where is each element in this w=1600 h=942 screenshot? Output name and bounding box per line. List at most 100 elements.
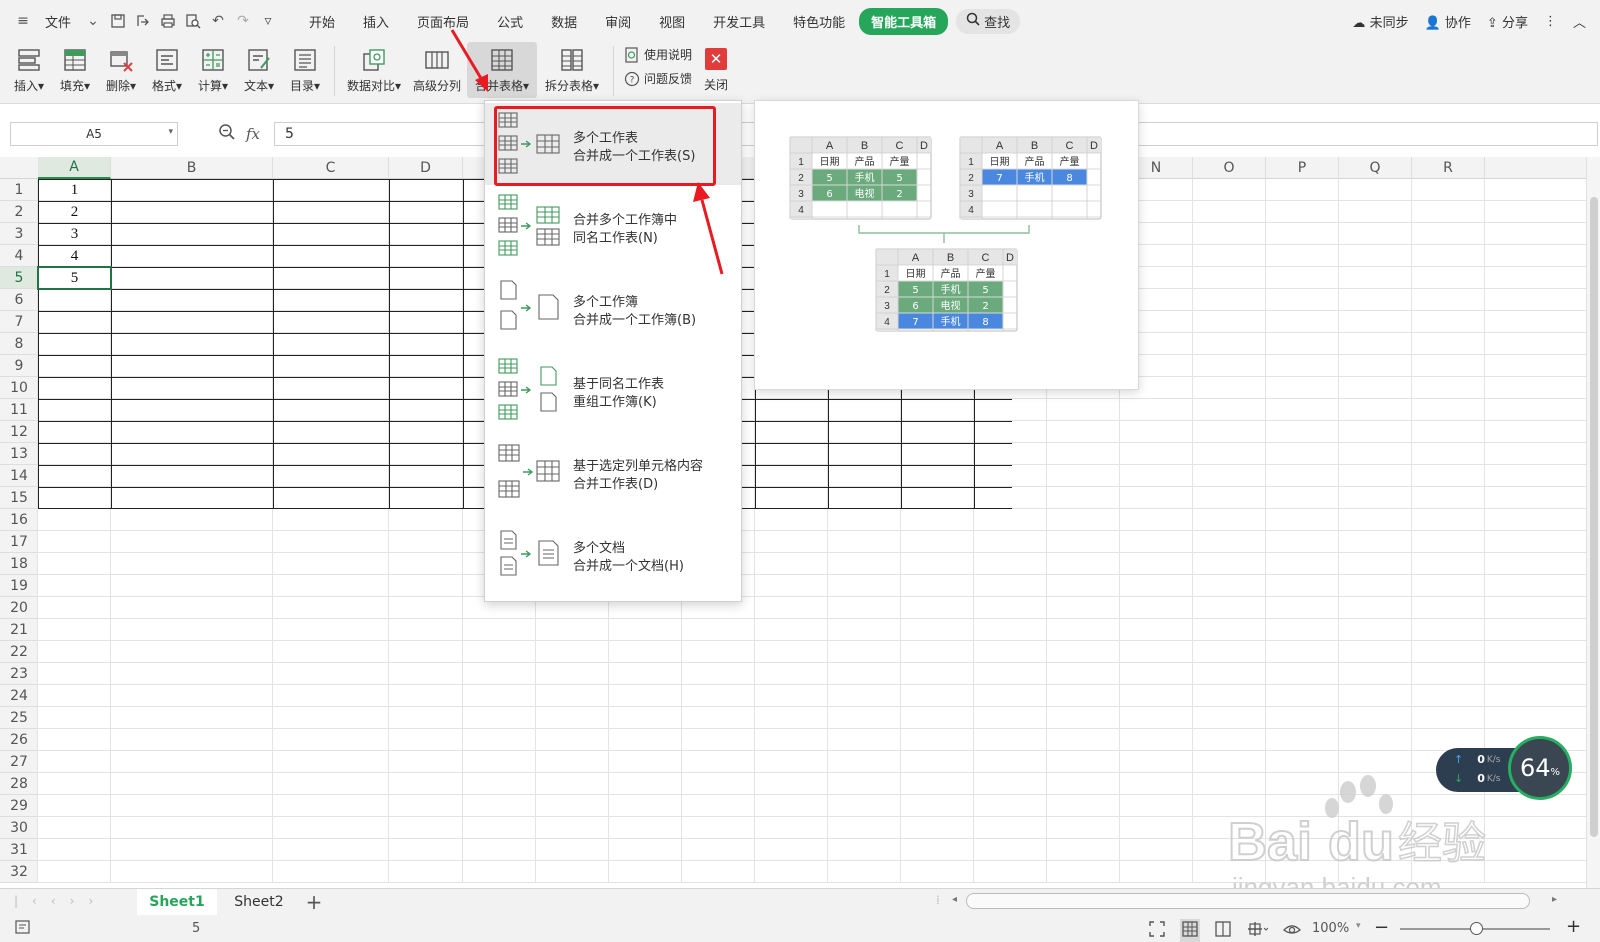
row-header-29[interactable]: 29 xyxy=(0,795,38,817)
toc-button[interactable]: 目录▾ xyxy=(282,42,328,98)
tab-developer[interactable]: 开发工具 xyxy=(699,12,779,31)
feedback-button[interactable]: ? 问题反馈 xyxy=(624,70,692,87)
chevron-down-icon[interactable]: ▾ xyxy=(168,127,173,137)
zoom-in-button[interactable]: + xyxy=(1566,916,1581,937)
menu-item-merge-by-column-content[interactable]: 基于选定列单元格内容 合并工作表(D) xyxy=(485,431,741,513)
row-header-6[interactable]: 6 xyxy=(0,289,38,311)
print-icon[interactable] xyxy=(159,12,177,30)
share-button[interactable]: ⇪ 分享 xyxy=(1487,12,1528,31)
row-header-13[interactable]: 13 xyxy=(0,443,38,465)
file-menu[interactable]: 文件 xyxy=(39,12,77,31)
page-break-view-icon[interactable] xyxy=(1246,920,1269,941)
row-header-30[interactable]: 30 xyxy=(0,817,38,839)
export-icon[interactable] xyxy=(134,12,152,30)
scroll-right-icon[interactable]: ▸ xyxy=(1552,894,1557,905)
chevron-down-icon[interactable]: ▾ xyxy=(1356,921,1361,931)
sheet-nav-arrows-icon[interactable]: |‹‹›› xyxy=(14,894,107,908)
column-header-q[interactable]: Q xyxy=(1339,157,1412,179)
fill-button[interactable]: 填充▾ xyxy=(52,42,98,98)
add-sheet-button[interactable]: + xyxy=(302,889,326,915)
column-header-o[interactable]: O xyxy=(1193,157,1266,179)
horizontal-scrollbar[interactable] xyxy=(966,893,1530,909)
tab-home[interactable]: 开始 xyxy=(295,12,349,31)
scroll-left-icon[interactable]: ◂ xyxy=(952,894,957,905)
row-header-8[interactable]: 8 xyxy=(0,333,38,355)
sheet-tab-sheet1[interactable]: Sheet1 xyxy=(137,889,217,915)
row-header-11[interactable]: 11 xyxy=(0,399,38,421)
row-header-31[interactable]: 31 xyxy=(0,839,38,861)
fullscreen-icon[interactable] xyxy=(1148,920,1166,941)
row-header-28[interactable]: 28 xyxy=(0,773,38,795)
hamburger-menu-icon[interactable]: ≡ xyxy=(14,12,32,30)
cell-a3[interactable]: 3 xyxy=(38,223,111,245)
row-header-17[interactable]: 17 xyxy=(0,531,38,553)
row-header-32[interactable]: 32 xyxy=(0,861,38,883)
row-header-16[interactable]: 16 xyxy=(0,509,38,531)
zoom-slider-thumb[interactable] xyxy=(1470,922,1483,935)
page-layout-view-icon[interactable] xyxy=(1214,920,1232,941)
cell-a2[interactable]: 2 xyxy=(38,201,111,223)
split-table-button[interactable]: 拆分表格▾ xyxy=(537,42,607,98)
fx-icon[interactable]: fx xyxy=(246,125,260,143)
close-toolbox-button[interactable]: ✕ 关闭 xyxy=(704,42,728,93)
row-header-26[interactable]: 26 xyxy=(0,729,38,751)
tab-data[interactable]: 数据 xyxy=(537,12,591,31)
menu-item-merge-documents[interactable]: 多个文档 合并成一个文档(H) xyxy=(485,513,741,595)
vertical-scrollbar[interactable] xyxy=(1586,157,1600,888)
sync-status[interactable]: ☁ 未同步 xyxy=(1352,12,1408,31)
customize-toolbar-icon[interactable]: ▿ xyxy=(259,12,277,30)
text-button[interactable]: 文本▾ xyxy=(236,42,282,98)
row-header-4[interactable]: 4 xyxy=(0,245,38,267)
undo-icon[interactable]: ↶ xyxy=(209,12,227,30)
row-header-3[interactable]: 3 xyxy=(0,223,38,245)
tab-insert[interactable]: 插入 xyxy=(349,12,403,31)
collapse-ribbon-icon[interactable]: ︿ xyxy=(1573,12,1586,31)
menu-item-reorganize-workbooks[interactable]: 基于同名工作表 重组工作簿(K) xyxy=(485,349,741,431)
redo-icon[interactable]: ↷ xyxy=(234,12,252,30)
delete-button[interactable]: 删除▾ xyxy=(98,42,144,98)
menu-item-merge-workbooks[interactable]: 多个工作簿 合并成一个工作簿(B) xyxy=(485,267,741,349)
column-header-a[interactable]: A xyxy=(38,157,111,179)
vertical-scroll-thumb[interactable] xyxy=(1590,197,1598,837)
row-header-24[interactable]: 24 xyxy=(0,685,38,707)
save-icon[interactable] xyxy=(109,12,127,30)
row-header-2[interactable]: 2 xyxy=(0,201,38,223)
print-preview-icon[interactable] xyxy=(184,12,202,30)
row-header-19[interactable]: 19 xyxy=(0,575,38,597)
column-header-r[interactable]: R xyxy=(1412,157,1485,179)
more-options-icon[interactable]: ⋮ xyxy=(1544,14,1557,29)
column-header-c[interactable]: C xyxy=(273,157,389,179)
row-header-21[interactable]: 21 xyxy=(0,619,38,641)
tab-special-features[interactable]: 特色功能 xyxy=(779,12,859,31)
chevron-down-icon[interactable]: ⌄ xyxy=(84,12,102,30)
row-header-5[interactable]: 5 xyxy=(0,267,38,289)
column-header-p[interactable]: P xyxy=(1266,157,1339,179)
row-header-22[interactable]: 22 xyxy=(0,641,38,663)
tab-view[interactable]: 视图 xyxy=(645,12,699,31)
cell-a1[interactable]: 1 xyxy=(38,179,111,201)
zoom-level[interactable]: 100% xyxy=(1312,921,1349,936)
name-box[interactable]: A5 ▾ xyxy=(10,122,178,146)
row-header-10[interactable]: 10 xyxy=(0,377,38,399)
row-header-14[interactable]: 14 xyxy=(0,465,38,487)
usage-instructions-button[interactable]: 使用说明 xyxy=(624,46,692,63)
splitter-handle[interactable]: ⁞ xyxy=(936,893,940,907)
cell-a4[interactable]: 4 xyxy=(38,245,111,267)
column-header-d[interactable]: D xyxy=(389,157,463,179)
tab-smart-toolbox[interactable]: 智能工具箱 xyxy=(859,7,949,35)
sheet-tab-sheet2[interactable]: Sheet2 xyxy=(219,889,299,915)
row-header-18[interactable]: 18 xyxy=(0,553,38,575)
column-header-b[interactable]: B xyxy=(111,157,273,179)
zoom-out-button[interactable]: − xyxy=(1374,917,1389,938)
row-header-9[interactable]: 9 xyxy=(0,355,38,377)
tab-review[interactable]: 审阅 xyxy=(591,12,645,31)
row-header-15[interactable]: 15 xyxy=(0,487,38,509)
row-header-27[interactable]: 27 xyxy=(0,751,38,773)
search-button[interactable]: 查找 xyxy=(956,8,1021,34)
row-header-23[interactable]: 23 xyxy=(0,663,38,685)
format-button[interactable]: 格式▾ xyxy=(144,42,190,98)
normal-view-icon[interactable] xyxy=(1180,919,1200,942)
collaborate-button[interactable]: 👤 协作 xyxy=(1425,12,1471,31)
data-compare-button[interactable]: 数据对比▾ xyxy=(341,42,407,98)
zoom-formula-icon[interactable] xyxy=(218,123,236,145)
